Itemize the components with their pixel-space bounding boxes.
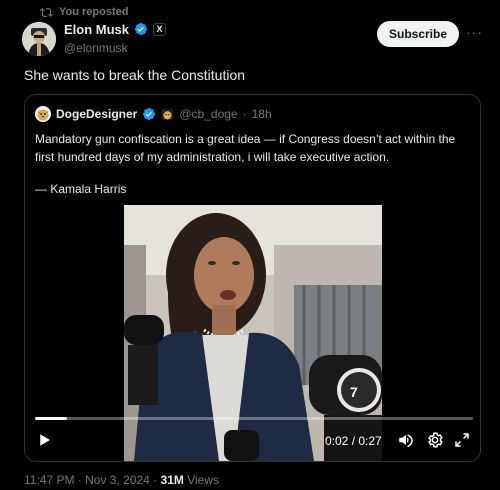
quoted-time[interactable]: 18h xyxy=(252,107,272,121)
quoted-tweet-body: Mandatory gun confiscation is a great id… xyxy=(35,130,475,198)
video-still-image: 7 xyxy=(124,205,382,461)
verified-badge-icon xyxy=(143,108,156,120)
volume-icon[interactable] xyxy=(397,431,415,449)
quoted-text: Mandatory gun confiscation is a great id… xyxy=(35,132,456,164)
repost-indicator: You reposted xyxy=(40,4,128,20)
doge-badge-icon xyxy=(162,108,174,120)
x-badge-icon: X xyxy=(153,22,167,36)
quoted-signature: — Kamala Harris xyxy=(35,182,127,196)
video-controls: 0:02 / 0:27 xyxy=(25,427,480,455)
avatar-image xyxy=(22,22,56,56)
tweet-text: She wants to break the Constitution xyxy=(24,67,246,83)
header-separator: · xyxy=(242,107,247,121)
quoted-avatar[interactable] xyxy=(35,106,51,122)
verified-badge-icon xyxy=(135,23,147,35)
quoted-author-name[interactable]: DogeDesigner xyxy=(56,107,137,121)
subscribe-button[interactable]: Subscribe xyxy=(377,21,459,47)
doge-avatar-image xyxy=(35,106,51,122)
avatar[interactable] xyxy=(22,22,56,56)
repost-icon xyxy=(40,7,53,17)
tweet-timestamp[interactable]: 11:47 PM · Nov 3, 2024 · xyxy=(24,473,161,487)
more-options-icon[interactable]: ··· xyxy=(466,24,483,40)
video-time-display: 0:02 / 0:27 xyxy=(325,434,382,448)
quoted-author-handle[interactable]: @cb_doge xyxy=(179,107,237,121)
video-player[interactable]: 7 0:02 / 0:27 xyxy=(25,205,480,461)
play-icon[interactable] xyxy=(35,431,53,449)
svg-text:7: 7 xyxy=(350,384,358,400)
gear-icon[interactable] xyxy=(426,431,444,449)
view-count: 31M xyxy=(160,473,184,487)
video-progress-fill xyxy=(35,417,68,420)
author-handle[interactable]: @elonmusk xyxy=(64,41,166,55)
author-name[interactable]: Elon Musk xyxy=(64,22,129,37)
tweet-author: Elon Musk X @elonmusk xyxy=(64,20,167,55)
tweet-meta: 11:47 PM · Nov 3, 2024 · 31M Views xyxy=(24,473,219,487)
quoted-tweet-header: DogeDesigner @cb_doge · 18h xyxy=(35,106,272,122)
repost-label: You reposted xyxy=(59,6,129,18)
video-frame[interactable]: 7 xyxy=(124,205,382,461)
video-progress-bar[interactable] xyxy=(35,417,473,420)
fullscreen-icon[interactable] xyxy=(453,431,471,449)
quoted-tweet[interactable]: DogeDesigner @cb_doge · 18h Mandatory gu… xyxy=(24,94,481,462)
views-label: Views xyxy=(183,473,219,487)
